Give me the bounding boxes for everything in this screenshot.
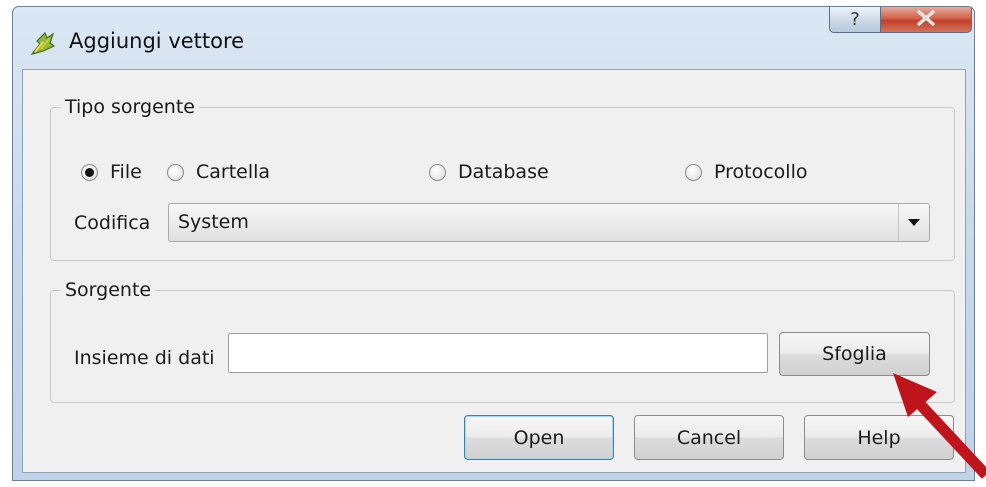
qgis-icon (29, 29, 57, 57)
help-title-button[interactable]: ? (829, 7, 881, 33)
close-button[interactable] (880, 7, 972, 33)
close-icon (915, 9, 937, 31)
radio-database-indicator[interactable] (429, 163, 446, 181)
browse-button[interactable]: Sfoglia (779, 332, 930, 376)
radio-cartella-indicator[interactable] (167, 163, 184, 181)
dialog-window: Aggiungi vettore ? Tipo sorgente File Ca… (12, 6, 975, 481)
encoding-label: Codifica (74, 212, 151, 234)
source-group-title: Sorgente (61, 277, 156, 303)
chevron-down-icon[interactable] (898, 204, 929, 241)
radio-file-indicator[interactable] (81, 163, 98, 181)
radio-protocollo-indicator[interactable] (685, 163, 702, 181)
radio-protocollo[interactable]: Protocollo (685, 161, 807, 183)
encoding-select[interactable]: System (168, 203, 930, 242)
radio-cartella[interactable]: Cartella (167, 161, 270, 183)
window-title: Aggiungi vettore (69, 29, 245, 53)
question-mark-icon: ? (850, 9, 860, 30)
radio-file[interactable]: File (81, 161, 142, 183)
cancel-button[interactable]: Cancel (634, 415, 784, 460)
encoding-select-value: System (178, 211, 249, 233)
open-button[interactable]: Open (464, 415, 614, 460)
radio-file-label[interactable]: File (110, 161, 142, 183)
title-bar[interactable]: Aggiungi vettore ? (13, 7, 974, 69)
dialog-body: Tipo sorgente File Cartella Database Pro… (22, 69, 966, 473)
radio-protocollo-label[interactable]: Protocollo (714, 161, 807, 183)
radio-database-label[interactable]: Database (458, 161, 549, 183)
help-button[interactable]: Help (804, 415, 954, 460)
radio-cartella-label[interactable]: Cartella (196, 161, 270, 183)
source-type-group-title: Tipo sorgente (61, 94, 199, 120)
source-group: Sorgente Insieme di dati Sfoglia (50, 277, 955, 403)
source-type-group: Tipo sorgente File Cartella Database Pro… (50, 94, 955, 261)
dataset-label: Insieme di dati (74, 347, 215, 369)
radio-database[interactable]: Database (429, 161, 549, 183)
dataset-input[interactable] (228, 333, 768, 373)
